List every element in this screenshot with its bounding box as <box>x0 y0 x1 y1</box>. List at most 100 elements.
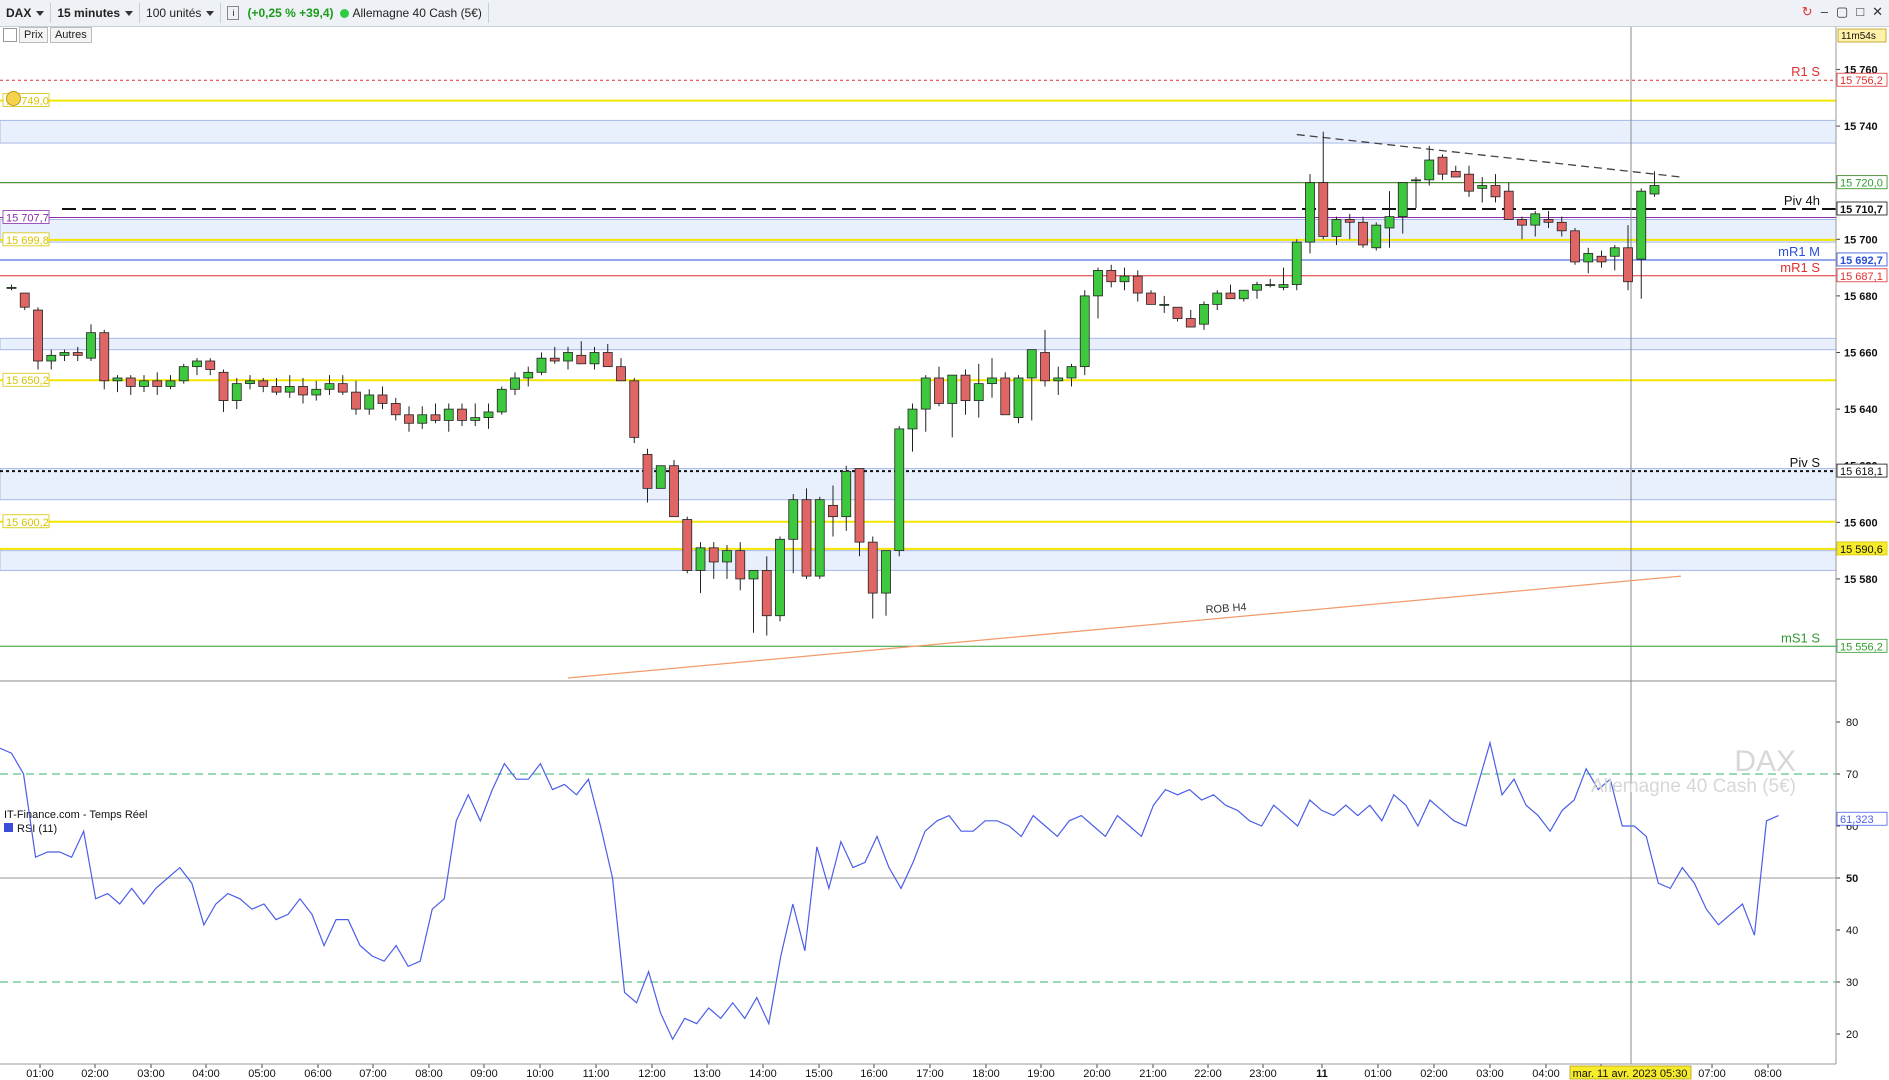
candle-body <box>417 414 428 424</box>
candle-body <box>602 352 613 368</box>
candle-body <box>616 366 626 382</box>
candle-body <box>576 354 587 365</box>
crosshair-time-text: mar. 11 avr. 2023 05:30 <box>1573 1068 1688 1080</box>
level-label: R1 S <box>1791 64 1820 79</box>
rsi-tick-label: 30 <box>1846 977 1858 989</box>
candle-body <box>867 541 878 594</box>
x-tick-label: 21:00 <box>1139 1068 1167 1080</box>
candle-body <box>271 386 282 393</box>
candle-body <box>563 352 573 362</box>
candle-body <box>907 408 918 430</box>
candle-body <box>298 386 308 396</box>
candle-body <box>1358 221 1368 246</box>
y-tick-label: 15 660 <box>1844 348 1878 360</box>
candle-body <box>1517 219 1527 226</box>
support-resistance-zone <box>0 550 1837 571</box>
candle-body <box>642 453 653 489</box>
y-tick-label: 15 640 <box>1844 404 1878 416</box>
candle-body <box>1623 247 1633 283</box>
x-tick-label: 03:00 <box>1476 1068 1504 1080</box>
candle-body <box>1570 230 1580 263</box>
level-label: Piv 4h <box>1784 193 1820 208</box>
candle-body <box>205 360 216 370</box>
candle-body <box>245 380 255 385</box>
candle-body <box>311 388 322 396</box>
candle-body <box>523 371 534 379</box>
level-badge-text: 15 590,6 <box>1840 544 1883 556</box>
candle-body <box>59 352 70 356</box>
candle-body <box>1225 292 1236 300</box>
x-tick-label: 18:00 <box>972 1068 1000 1080</box>
candle-body <box>1093 270 1103 297</box>
candle-body <box>457 408 467 421</box>
candle-body <box>443 408 454 421</box>
watermark-instrument: Allemagne 40 Cash (5€) <box>1591 776 1796 797</box>
price-chart[interactable]: ROB H4 15 58015 60015 62015 64015 66015 … <box>0 0 1889 1080</box>
candle-body <box>390 403 401 416</box>
candle-body <box>788 499 799 540</box>
level-badge-text: 15 707,7 <box>6 212 49 224</box>
rsi-tick-label: 50 <box>1846 873 1858 885</box>
x-tick-label: 04:00 <box>1532 1068 1560 1080</box>
x-tick-label: 11:00 <box>583 1068 610 1080</box>
candle-body <box>1490 185 1501 198</box>
candle-body <box>1437 156 1448 175</box>
candle-body <box>1106 270 1117 283</box>
x-tick-label: 14:00 <box>749 1068 777 1080</box>
candle-body <box>536 357 547 373</box>
trendline <box>567 575 1682 679</box>
candle-body <box>99 332 110 382</box>
x-tick-label: 13:00 <box>693 1068 721 1080</box>
candle-body <box>1477 185 1488 189</box>
y-tick-label: 15 680 <box>1844 291 1878 303</box>
candle-body <box>682 519 693 571</box>
x-tick-label: 08:00 <box>415 1068 443 1080</box>
candle-body <box>1185 318 1196 328</box>
candle-body <box>1464 173 1474 192</box>
x-tick-label: 09:00 <box>470 1068 498 1080</box>
x-tick-label: 12:00 <box>638 1068 666 1080</box>
x-tick-label: 16:00 <box>860 1068 888 1080</box>
candle-body <box>218 371 229 402</box>
price-zones <box>0 119 1837 571</box>
candle-body <box>841 470 852 518</box>
x-tick-label: 01:00 <box>1364 1068 1392 1080</box>
level-badge-text: 15 618,1 <box>1840 466 1883 478</box>
candle-body <box>337 383 348 393</box>
rsi-title: RSI (11) <box>17 823 57 835</box>
x-tick-label: 06:00 <box>304 1068 332 1080</box>
y-tick-label: 15 700 <box>1844 234 1878 246</box>
rsi-value-text: 61,323 <box>1840 814 1874 826</box>
rsi-tick-label: 20 <box>1846 1029 1858 1041</box>
candle-body <box>1305 182 1315 243</box>
x-tick-label: 07:00 <box>359 1068 387 1080</box>
candle-body <box>404 414 414 424</box>
candle-body <box>549 357 560 362</box>
candle-body <box>1026 349 1037 379</box>
trendlines: ROB H4 <box>567 133 1682 679</box>
countdown-text: 11m54s <box>1841 31 1876 42</box>
level-badge-text: 15 600,2 <box>6 517 49 529</box>
x-tick-label: 02:00 <box>1420 1068 1448 1080</box>
candle-body <box>496 388 507 413</box>
bell-icon[interactable] <box>6 91 21 106</box>
x-tick-label: 10:00 <box>526 1068 554 1080</box>
x-tick-label: 04:00 <box>192 1068 220 1080</box>
candle-body <box>775 538 785 617</box>
candle-body <box>828 504 838 518</box>
x-tick-label: 22:00 <box>1194 1068 1222 1080</box>
candle-body <box>1132 275 1143 294</box>
candle-body <box>72 352 83 356</box>
candle-body <box>19 292 30 308</box>
candle-body <box>920 377 931 410</box>
candle-body <box>973 383 984 402</box>
candle-body <box>1013 377 1024 418</box>
candle-body <box>1079 295 1090 368</box>
candle-body <box>1397 182 1408 218</box>
candle-body <box>1238 289 1249 300</box>
x-tick-label: 03:00 <box>137 1068 165 1080</box>
rsi-tick-label: 70 <box>1846 769 1858 781</box>
candle-body <box>1146 292 1156 305</box>
level-badge-text: 15 699,8 <box>6 235 49 247</box>
candle-body <box>192 360 202 368</box>
